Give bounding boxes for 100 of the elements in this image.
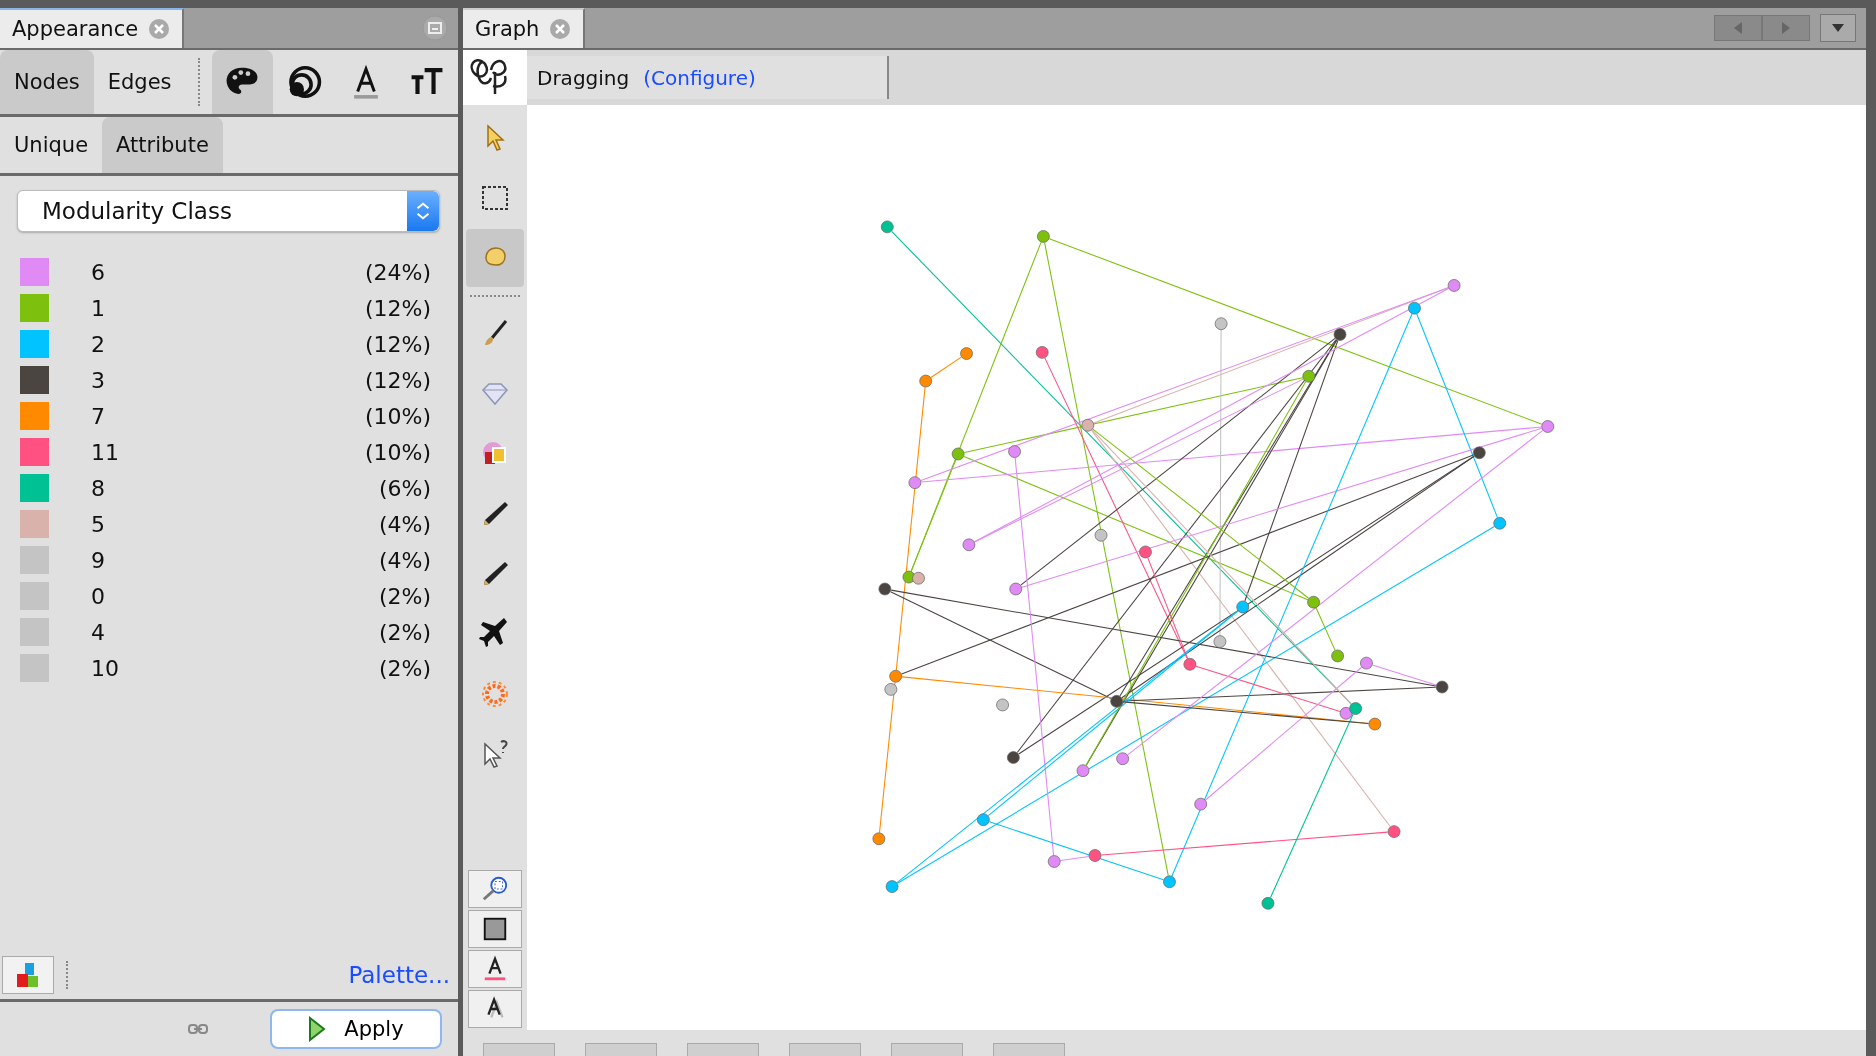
scroll-left-button[interactable]	[1714, 15, 1762, 41]
partition-value: 1	[90, 295, 106, 321]
toolbar-button[interactable]	[993, 1043, 1065, 1056]
graph-node	[962, 538, 976, 552]
graph-node	[996, 698, 1009, 712]
graph-node	[1493, 516, 1507, 530]
partition-value: 10	[90, 655, 120, 681]
graph-node	[919, 374, 933, 388]
partition-share: (2%)	[377, 583, 431, 609]
partition-value: 4	[90, 619, 106, 645]
graph-node	[1007, 751, 1020, 764]
graph-node	[1213, 635, 1227, 648]
graph-node	[880, 220, 894, 234]
color-swatch[interactable]	[20, 258, 49, 286]
toolbar-button[interactable]	[789, 1043, 861, 1056]
toolbar-button[interactable]	[585, 1043, 657, 1056]
graph-node	[960, 347, 973, 360]
graph-node	[1008, 445, 1021, 458]
tab-label: Appearance	[12, 17, 139, 41]
graph-node	[878, 582, 892, 596]
graph-node	[1047, 855, 1061, 868]
color-swatch[interactable]	[20, 402, 49, 430]
color-swatch[interactable]	[20, 330, 49, 358]
graph-node	[1360, 656, 1373, 670]
graph-node	[1472, 446, 1486, 460]
color-swatch[interactable]	[20, 474, 49, 502]
toolbar-button[interactable]	[687, 1043, 759, 1056]
graph-node	[1110, 695, 1123, 708]
graph-node	[1214, 317, 1228, 331]
panel-tab[interactable]: Appearance	[0, 8, 185, 48]
graph-node	[1009, 582, 1023, 596]
graph-node	[872, 832, 886, 846]
graph-node	[1081, 418, 1095, 432]
toolbar-button[interactable]	[891, 1043, 963, 1056]
graph-node	[1194, 797, 1208, 811]
color-swatch[interactable]	[20, 438, 49, 466]
element-tab[interactable]: Edges	[93, 50, 186, 114]
flower-icon	[479, 678, 511, 710]
graph-node	[889, 669, 903, 683]
partition-value: 2	[90, 331, 106, 357]
color-swatch[interactable]	[20, 618, 49, 646]
attribute-dropdown[interactable]: Modularity Class	[17, 190, 440, 232]
partition-value: 7	[90, 403, 106, 429]
right-arrow-icon	[1780, 21, 1792, 35]
graph-node	[1094, 528, 1108, 542]
square-icon	[481, 915, 509, 943]
color-swatch[interactable]	[20, 294, 49, 322]
color-swatch[interactable]	[20, 366, 49, 394]
minimize-icon[interactable]	[422, 15, 448, 41]
color-swatch[interactable]	[20, 546, 49, 574]
graph-node	[1331, 649, 1344, 663]
tab-list-button[interactable]	[1820, 14, 1856, 42]
graph-node	[885, 880, 899, 893]
graph-node	[912, 571, 925, 585]
color-swatch[interactable]	[20, 582, 49, 610]
partition-share: (10%)	[363, 403, 431, 429]
graph-node	[1163, 875, 1176, 889]
link-icon[interactable]	[188, 1023, 208, 1035]
partition-value: 3	[90, 367, 106, 393]
palette-button[interactable]	[2, 956, 54, 994]
partition-value: 11	[90, 439, 120, 465]
graph-node	[902, 570, 916, 584]
graph-node	[1088, 849, 1102, 862]
graph-node	[1447, 279, 1461, 292]
partition-share: (6%)	[377, 475, 431, 501]
graph-node	[1541, 420, 1555, 433]
toolbar-button[interactable]	[483, 1043, 555, 1056]
partition-value: 5	[90, 511, 106, 537]
close-icon[interactable]	[148, 18, 171, 40]
property-tab[interactable]	[211, 50, 274, 114]
scroll-right-button[interactable]	[1762, 15, 1810, 41]
left-arrow-icon	[1732, 21, 1744, 35]
graph-node	[1368, 717, 1382, 731]
graph-node	[1349, 702, 1362, 715]
graph-node	[1408, 301, 1421, 315]
graph-node	[1183, 657, 1197, 671]
partition-share: (12%)	[363, 295, 431, 321]
graph-node	[1333, 328, 1347, 341]
color-swatch[interactable]	[20, 510, 49, 538]
partition-share: (12%)	[363, 331, 431, 357]
element-tab[interactable]: Nodes	[0, 50, 94, 114]
apply-button[interactable]: Apply	[270, 1009, 442, 1049]
view-button[interactable]	[468, 950, 522, 988]
partition-value: 6	[90, 259, 106, 285]
graph-node	[1435, 680, 1449, 694]
view-button[interactable]	[468, 910, 522, 948]
graph-node	[1035, 346, 1049, 359]
partition-value: 0	[90, 583, 106, 609]
graph-node	[1339, 706, 1353, 720]
mode-tab[interactable]: Unique	[0, 117, 103, 173]
mode-tab[interactable]: Attribute	[102, 117, 223, 173]
graph-node	[1116, 752, 1129, 766]
tab-label: Graph	[475, 17, 540, 41]
view-button[interactable]	[468, 990, 522, 1028]
configure-link[interactable]: (Configure)	[643, 65, 756, 90]
palette-link[interactable]: Palette...	[348, 962, 450, 988]
graph-node	[1076, 764, 1090, 777]
color-swatch[interactable]	[20, 654, 49, 682]
panel-tab[interactable]: Graph	[463, 8, 586, 48]
close-icon[interactable]	[549, 18, 572, 40]
